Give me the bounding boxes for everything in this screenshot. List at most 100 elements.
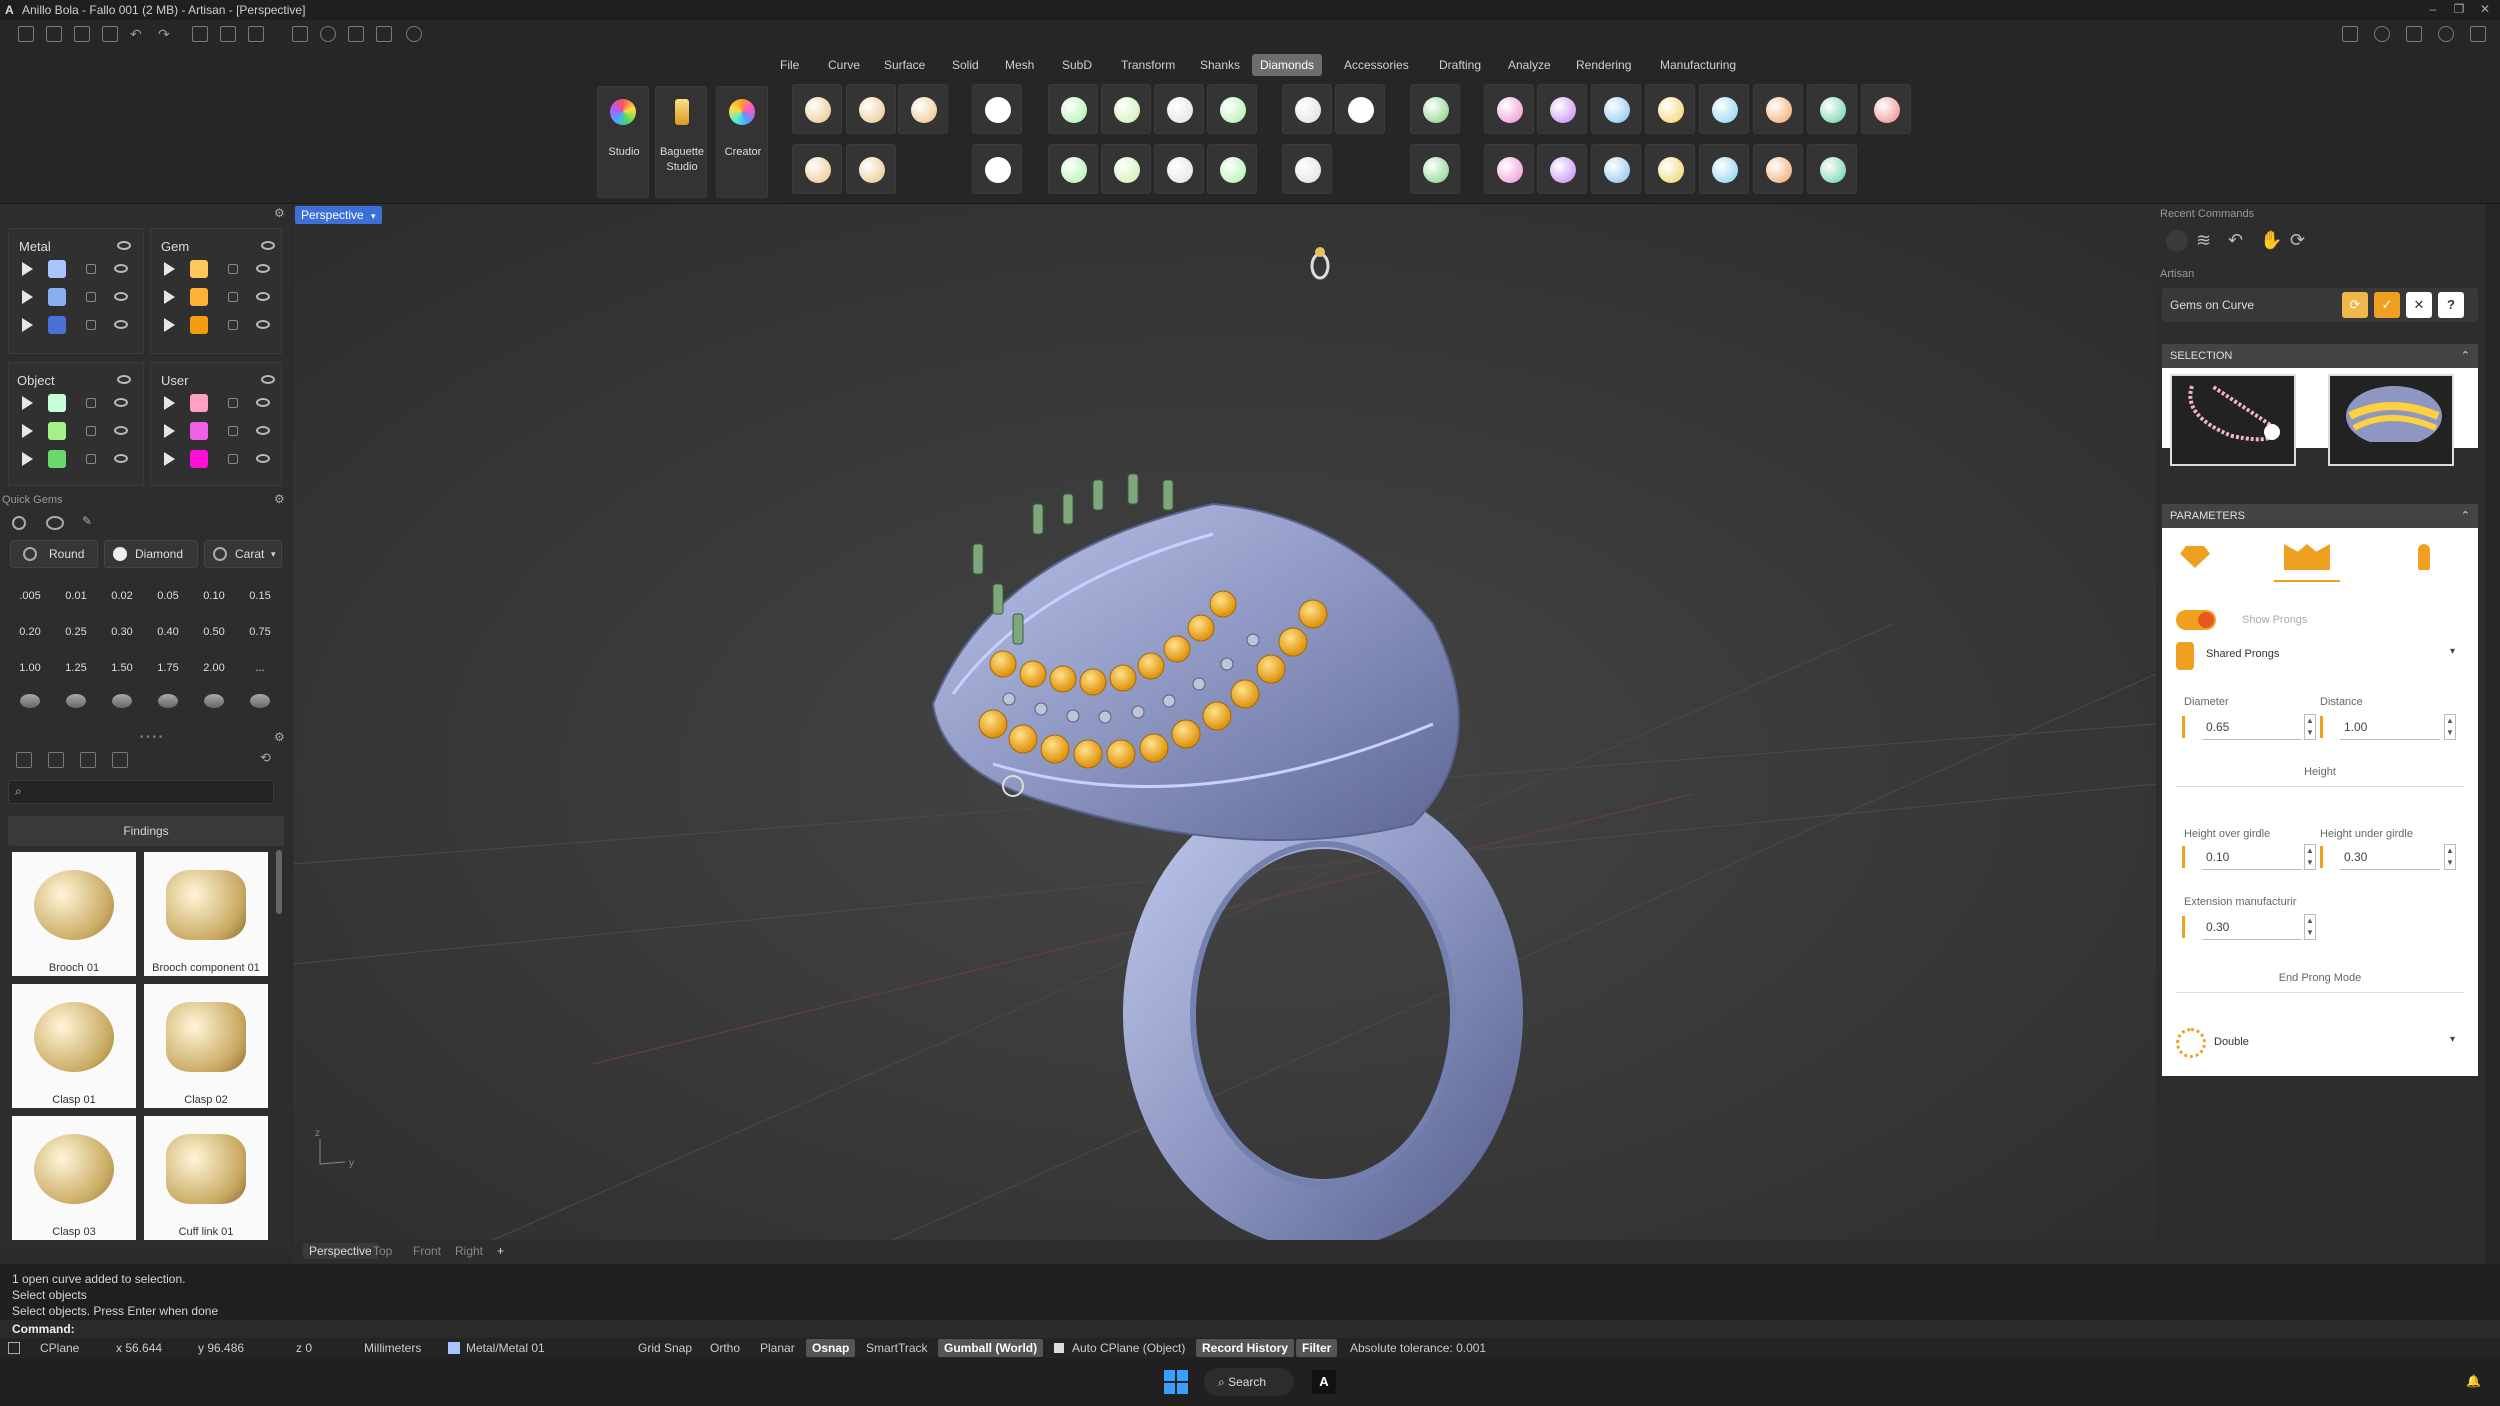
ribbon-tool-button[interactable] — [1101, 144, 1151, 194]
lock-icon[interactable] — [86, 264, 96, 274]
import-icon[interactable] — [248, 26, 264, 42]
status-record-history[interactable]: Record History — [1196, 1339, 1295, 1357]
expand-icon[interactable] — [22, 396, 33, 410]
eye-icon[interactable] — [117, 241, 131, 250]
menu-tab-manufacturing[interactable]: Manufacturing — [1652, 54, 1744, 76]
apply-repeat-button[interactable]: ⟳ — [2342, 292, 2368, 318]
extension-input[interactable]: 0.30 — [2202, 914, 2302, 940]
eye-icon[interactable] — [117, 375, 131, 384]
tab-right[interactable]: Right — [455, 1244, 483, 1258]
tool-4-icon[interactable] — [376, 26, 392, 42]
tab-top[interactable]: Top — [373, 1244, 392, 1258]
height-over-input[interactable]: 0.10 — [2202, 844, 2302, 870]
restore-icon[interactable]: ❐ — [2450, 2, 2468, 18]
undo-icon[interactable]: ↶ — [130, 26, 146, 42]
lock-icon[interactable] — [86, 292, 96, 302]
layer-color-swatch[interactable] — [48, 450, 66, 468]
start-icon[interactable] — [1164, 1370, 1188, 1394]
viewport-perspective[interactable]: z y — [293, 204, 2156, 1240]
tool-1-icon[interactable] — [292, 26, 308, 42]
ribbon-tool-button[interactable] — [1484, 84, 1534, 134]
oval-tool-icon[interactable] — [46, 516, 64, 530]
carat-value-button[interactable]: .005 — [10, 582, 50, 610]
lock-icon[interactable] — [228, 292, 238, 302]
help-button[interactable]: ? — [2438, 292, 2464, 318]
creator-button[interactable]: Creator — [716, 86, 768, 198]
ribbon-tool-button[interactable] — [972, 84, 1022, 134]
recent-hand-icon[interactable]: ✋ — [2260, 230, 2282, 251]
layer-color-swatch[interactable] — [190, 316, 208, 334]
lock-icon[interactable] — [228, 454, 238, 464]
finding-item[interactable]: Clasp 02 — [144, 984, 268, 1108]
gem-cut-icon[interactable] — [112, 694, 132, 708]
ribbon-tool-button[interactable] — [846, 84, 896, 134]
ribbon-tool-button[interactable] — [1335, 84, 1385, 134]
baguette-studio-button[interactable]: Baguette Studio — [655, 86, 707, 198]
height-under-input[interactable]: 0.30 — [2340, 844, 2440, 870]
menu-tab-mesh[interactable]: Mesh — [997, 54, 1042, 76]
ribbon-tool-button[interactable] — [1591, 84, 1641, 134]
recent-rotate-icon[interactable]: ⟳ — [2290, 230, 2305, 251]
ribbon-tool-button[interactable] — [1282, 84, 1332, 134]
cube-icon[interactable] — [2406, 26, 2422, 42]
expand-icon[interactable] — [164, 262, 175, 276]
gem-cut-icon[interactable] — [158, 694, 178, 708]
panel-icon[interactable] — [2342, 26, 2358, 42]
eye-icon[interactable] — [114, 320, 128, 329]
distance-input[interactable]: 1.00 — [2340, 714, 2440, 740]
expand-icon[interactable] — [22, 452, 33, 466]
open-icon[interactable] — [102, 26, 118, 42]
library-grid-icon[interactable] — [112, 752, 128, 768]
minimize-icon[interactable]: – — [2424, 2, 2442, 18]
status-smarttrack[interactable]: SmartTrack — [866, 1341, 928, 1355]
eye-icon[interactable] — [114, 426, 128, 435]
eye-icon[interactable] — [114, 454, 128, 463]
tool-5-icon[interactable] — [406, 26, 422, 42]
wand-icon[interactable]: ✎ — [82, 514, 92, 528]
status-planar[interactable]: Planar — [760, 1341, 795, 1355]
menu-tab-file[interactable]: File — [772, 54, 807, 76]
menu-tab-shanks[interactable]: Shanks — [1192, 54, 1248, 76]
studio-button[interactable]: Studio — [597, 86, 649, 198]
menu-tab-curve[interactable]: Curve — [820, 54, 868, 76]
ribbon-tool-button[interactable] — [1645, 144, 1695, 194]
layer-color-swatch[interactable] — [48, 260, 66, 278]
ribbon-tool-button[interactable] — [898, 84, 948, 134]
carat-value-button[interactable]: 0.05 — [148, 582, 188, 610]
expand-icon[interactable] — [22, 262, 33, 276]
height-under-stepper[interactable]: ▲ ▼ — [2444, 844, 2456, 870]
eye-icon[interactable] — [256, 292, 270, 301]
gem-cut-icon[interactable] — [250, 694, 270, 708]
selected-curve-thumbnail[interactable] — [2170, 374, 2296, 466]
carat-value-button[interactable]: 0.01 — [56, 582, 96, 610]
status-cplane[interactable]: CPlane — [40, 1341, 79, 1355]
layer-color-swatch[interactable] — [190, 260, 208, 278]
carat-value-button[interactable]: 1.50 — [102, 654, 142, 682]
notification-icon[interactable]: 🔔 — [2466, 1374, 2481, 1388]
eye-icon[interactable] — [256, 454, 270, 463]
panel-toggle-icon[interactable] — [8, 1342, 20, 1354]
ribbon-tool-button[interactable] — [846, 144, 896, 194]
ribbon-tool-button[interactable] — [792, 144, 842, 194]
finding-item[interactable]: Clasp 03 — [12, 1116, 136, 1240]
status-filter[interactable]: Filter — [1296, 1339, 1338, 1357]
ok-button[interactable]: ✓ — [2374, 292, 2400, 318]
library-image-icon[interactable] — [80, 752, 96, 768]
artisan-app-icon[interactable]: A — [1312, 1370, 1336, 1394]
menu-tab-drafting[interactable]: Drafting — [1431, 54, 1489, 76]
selected-surface-thumbnail[interactable] — [2328, 374, 2454, 466]
end-prong-mode-dropdown[interactable]: Double ▾ — [2214, 1034, 2466, 1056]
gem-cut-icon[interactable] — [204, 694, 224, 708]
ribbon-tool-button[interactable] — [1807, 84, 1857, 134]
ribbon-tool-button[interactable] — [1282, 144, 1332, 194]
status-units[interactable]: Millimeters — [364, 1341, 421, 1355]
layer-color-swatch[interactable] — [48, 394, 66, 412]
expand-icon[interactable] — [164, 290, 175, 304]
show-prongs-toggle[interactable] — [2176, 610, 2216, 630]
ribbon-tool-button[interactable] — [1537, 84, 1587, 134]
library-folder-icon[interactable] — [16, 752, 32, 768]
splitter-handle[interactable]: • • • • — [140, 732, 162, 743]
ribbon-tool-button[interactable] — [1645, 84, 1695, 134]
carat-value-button[interactable]: 0.30 — [102, 618, 142, 646]
quick-gems-settings-icon[interactable]: ⚙ — [274, 492, 285, 506]
